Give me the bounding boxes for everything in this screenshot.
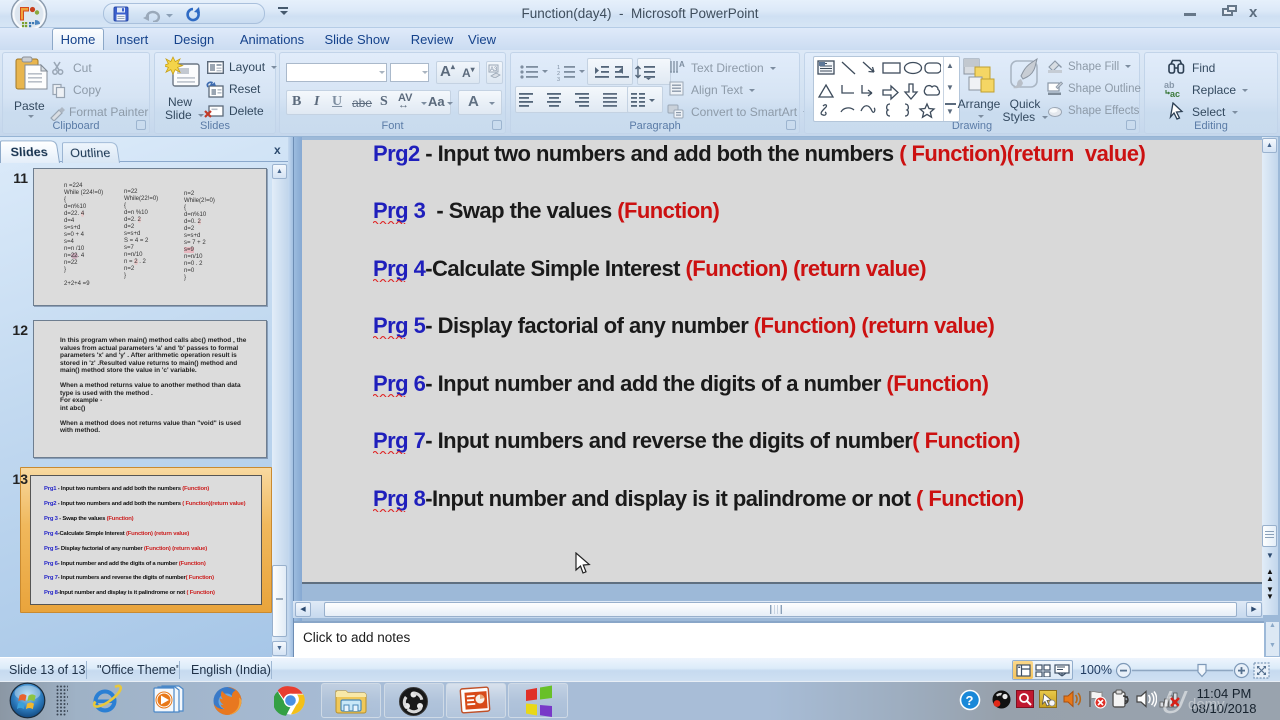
svg-text:A: A: [679, 60, 685, 69]
svg-text:3: 3: [557, 77, 560, 81]
svg-text:?: ?: [966, 693, 974, 708]
svg-text:ac: ac: [1170, 89, 1180, 98]
svg-text:A3: A3: [490, 67, 498, 73]
